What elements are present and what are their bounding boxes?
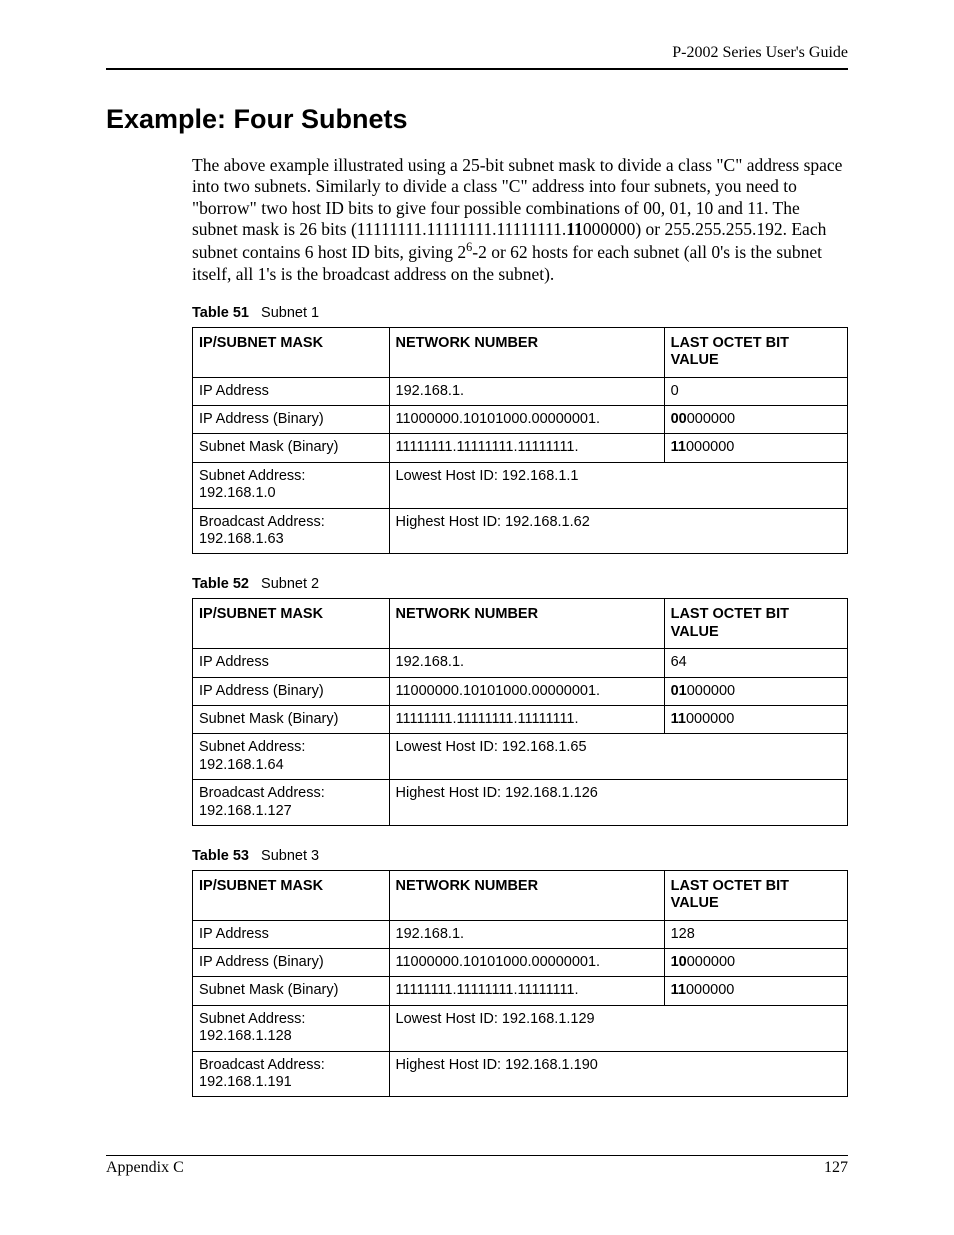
- cell-ip-binary: 11000000.10101000.00000001.: [389, 949, 664, 977]
- col-header-network-number: NETWORK NUMBER: [389, 870, 664, 920]
- cell-ip-binary-label: IP Address (Binary): [193, 949, 390, 977]
- cell-ip-address-label: IP Address: [193, 649, 390, 677]
- cell-ip-last: 0: [664, 377, 847, 405]
- cell-broadcast-address: Broadcast Address: 192.168.1.191: [193, 1051, 390, 1097]
- cell-rest: 000000: [686, 711, 734, 727]
- cell-mask-binary-label: Subnet Mask (Binary): [193, 705, 390, 733]
- cell-lowest-host: Lowest Host ID: 192.168.1.129: [389, 1005, 848, 1051]
- cell-ip-binary-last: 10000000: [664, 949, 847, 977]
- col-header-last-octet: LAST OCTET BIT VALUE: [664, 599, 847, 649]
- table-53-title: Subnet 3: [261, 848, 319, 864]
- cell-lowest-host: Lowest Host ID: 192.168.1.65: [389, 734, 848, 780]
- col-header-network-number: NETWORK NUMBER: [389, 327, 664, 377]
- table-51-caption: Table 51 Subnet 1: [192, 305, 848, 321]
- table-row: IP Address 192.168.1. 128: [193, 920, 848, 948]
- paragraph-mask-bold: 11: [566, 219, 583, 239]
- footer-left: Appendix C: [106, 1159, 184, 1177]
- cell-rest: 000000: [687, 954, 735, 970]
- cell-highest-host: Highest Host ID: 192.168.1.62: [389, 508, 848, 554]
- cell-mask-binary-last: 11000000: [664, 434, 847, 462]
- table-52-label: Table 52: [192, 576, 249, 592]
- table-row: Broadcast Address: 192.168.1.127 Highest…: [193, 780, 848, 826]
- table-row: Subnet Mask (Binary) 11111111.11111111.1…: [193, 434, 848, 462]
- cell-bold: 11: [671, 711, 686, 727]
- cell-mask-binary-label: Subnet Mask (Binary): [193, 434, 390, 462]
- col-header-ip-subnet: IP/SUBNET MASK: [193, 327, 390, 377]
- cell-bold: 01: [671, 683, 687, 699]
- cell-highest-host: Highest Host ID: 192.168.1.190: [389, 1051, 848, 1097]
- cell-subnet-address: Subnet Address: 192.168.1.128: [193, 1005, 390, 1051]
- table-53-label: Table 53: [192, 848, 249, 864]
- col-header-network-number: NETWORK NUMBER: [389, 599, 664, 649]
- table-row: IP Address 192.168.1. 0: [193, 377, 848, 405]
- table-row: Subnet Mask (Binary) 11111111.11111111.1…: [193, 705, 848, 733]
- table-row: Broadcast Address: 192.168.1.63 Highest …: [193, 508, 848, 554]
- table-51-label: Table 51: [192, 305, 249, 321]
- table-row: IP Address (Binary) 11000000.10101000.00…: [193, 949, 848, 977]
- cell-ip-binary: 11000000.10101000.00000001.: [389, 677, 664, 705]
- cell-bold: 00: [671, 411, 687, 427]
- cell-ip-binary-label: IP Address (Binary): [193, 406, 390, 434]
- cell-ip-binary-last: 00000000: [664, 406, 847, 434]
- table-row: Subnet Address: 192.168.1.128 Lowest Hos…: [193, 1005, 848, 1051]
- cell-rest: 000000: [686, 439, 734, 455]
- page-footer: Appendix C 127: [106, 1155, 848, 1177]
- table-52-caption: Table 52 Subnet 2: [192, 576, 848, 592]
- table-row: IP Address 192.168.1. 64: [193, 649, 848, 677]
- section-heading: Example: Four Subnets: [106, 104, 848, 135]
- cell-bold: 10: [671, 954, 687, 970]
- cell-rest: 000000: [686, 982, 734, 998]
- table-row: Subnet Address: 192.168.1.0 Lowest Host …: [193, 462, 848, 508]
- cell-rest: 000000: [687, 411, 735, 427]
- table-row: Broadcast Address: 192.168.1.191 Highest…: [193, 1051, 848, 1097]
- table-row: Subnet Mask (Binary) 11111111.11111111.1…: [193, 977, 848, 1005]
- cell-subnet-address: Subnet Address: 192.168.1.64: [193, 734, 390, 780]
- cell-mask-binary: 11111111.11111111.11111111.: [389, 434, 664, 462]
- col-header-ip-subnet: IP/SUBNET MASK: [193, 870, 390, 920]
- table-row: IP Address (Binary) 11000000.10101000.00…: [193, 406, 848, 434]
- table-row: IP/SUBNET MASK NETWORK NUMBER LAST OCTET…: [193, 327, 848, 377]
- cell-mask-binary: 11111111.11111111.11111111.: [389, 977, 664, 1005]
- cell-ip-address: 192.168.1.: [389, 377, 664, 405]
- cell-highest-host: Highest Host ID: 192.168.1.126: [389, 780, 848, 826]
- cell-ip-last: 128: [664, 920, 847, 948]
- cell-broadcast-address: Broadcast Address: 192.168.1.63: [193, 508, 390, 554]
- cell-ip-binary-last: 01000000: [664, 677, 847, 705]
- cell-ip-last: 64: [664, 649, 847, 677]
- table-53: IP/SUBNET MASK NETWORK NUMBER LAST OCTET…: [192, 870, 848, 1098]
- cell-ip-address: 192.168.1.: [389, 920, 664, 948]
- table-row: IP/SUBNET MASK NETWORK NUMBER LAST OCTET…: [193, 870, 848, 920]
- footer-divider: [106, 1155, 848, 1156]
- cell-mask-binary-last: 11000000: [664, 705, 847, 733]
- cell-ip-binary: 11000000.10101000.00000001.: [389, 406, 664, 434]
- header-guide-title: P-2002 Series User's Guide: [106, 44, 848, 62]
- cell-mask-binary: 11111111.11111111.11111111.: [389, 705, 664, 733]
- intro-paragraph: The above example illustrated using a 25…: [192, 155, 848, 285]
- footer-page-number: 127: [824, 1159, 848, 1177]
- table-51-title: Subnet 1: [261, 305, 319, 321]
- cell-ip-address-label: IP Address: [193, 920, 390, 948]
- cell-subnet-address: Subnet Address: 192.168.1.0: [193, 462, 390, 508]
- cell-ip-address: 192.168.1.: [389, 649, 664, 677]
- cell-bold: 11: [671, 982, 686, 998]
- cell-mask-binary-label: Subnet Mask (Binary): [193, 977, 390, 1005]
- col-header-ip-subnet: IP/SUBNET MASK: [193, 599, 390, 649]
- table-row: IP/SUBNET MASK NETWORK NUMBER LAST OCTET…: [193, 599, 848, 649]
- cell-bold: 11: [671, 439, 686, 455]
- cell-rest: 000000: [687, 683, 735, 699]
- table-52-title: Subnet 2: [261, 576, 319, 592]
- table-row: IP Address (Binary) 11000000.10101000.00…: [193, 677, 848, 705]
- table-51: IP/SUBNET MASK NETWORK NUMBER LAST OCTET…: [192, 327, 848, 555]
- table-52: IP/SUBNET MASK NETWORK NUMBER LAST OCTET…: [192, 598, 848, 826]
- cell-lowest-host: Lowest Host ID: 192.168.1.1: [389, 462, 848, 508]
- cell-ip-binary-label: IP Address (Binary): [193, 677, 390, 705]
- header-divider: [106, 68, 848, 70]
- col-header-last-octet: LAST OCTET BIT VALUE: [664, 870, 847, 920]
- col-header-last-octet: LAST OCTET BIT VALUE: [664, 327, 847, 377]
- table-row: Subnet Address: 192.168.1.64 Lowest Host…: [193, 734, 848, 780]
- cell-ip-address-label: IP Address: [193, 377, 390, 405]
- cell-mask-binary-last: 11000000: [664, 977, 847, 1005]
- table-53-caption: Table 53 Subnet 3: [192, 848, 848, 864]
- cell-broadcast-address: Broadcast Address: 192.168.1.127: [193, 780, 390, 826]
